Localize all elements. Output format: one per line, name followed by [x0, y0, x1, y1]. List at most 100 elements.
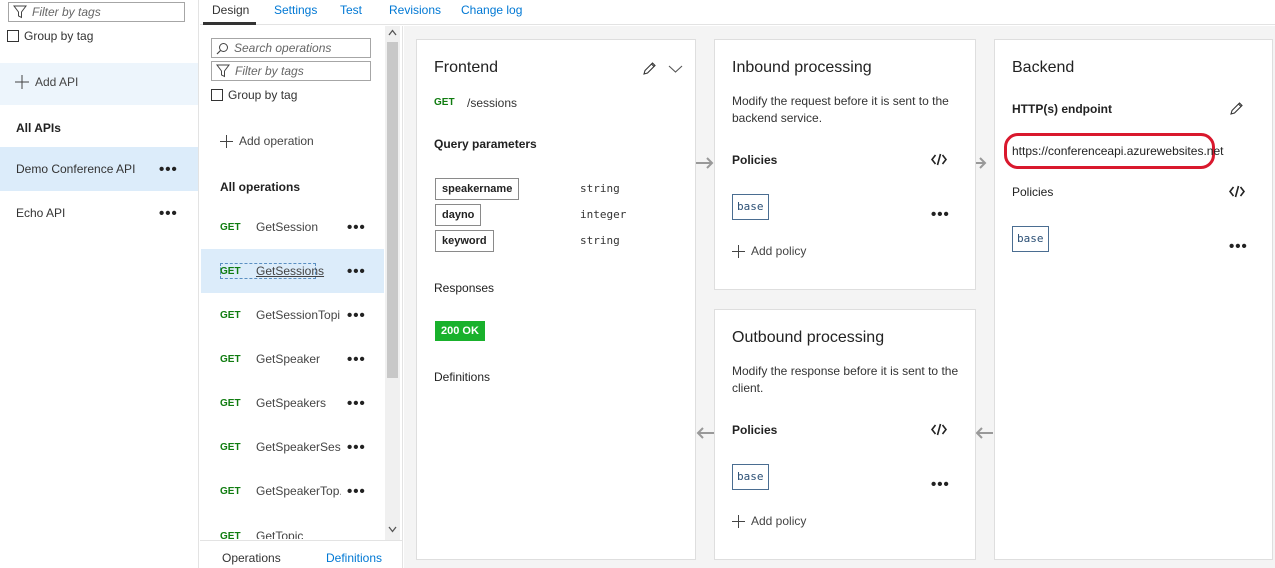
frontend-card: Frontend GET /sessions Query parameters …: [416, 39, 696, 560]
chevron-down-icon[interactable]: [668, 65, 683, 73]
outbound-description-line1: Modify the response before it is sent to…: [732, 364, 959, 378]
operation-method: GET: [220, 265, 241, 277]
operation-item[interactable]: GET GetSpeakers •••: [201, 381, 384, 425]
code-editor-icon[interactable]: [1229, 185, 1245, 198]
more-options-icon[interactable]: •••: [347, 220, 366, 235]
operations-bottom-tabs: Operations Definitions: [200, 540, 402, 568]
tab-design[interactable]: Design: [212, 3, 249, 17]
more-options-icon[interactable]: •••: [347, 264, 366, 279]
api-item-label: Demo Conference API: [16, 162, 136, 176]
api-group-by-tag-label: Group by tag: [24, 29, 94, 43]
operations-scrollbar[interactable]: [385, 26, 400, 540]
api-item-demo-conference[interactable]: Demo Conference API •••: [0, 147, 198, 191]
tab-test[interactable]: Test: [340, 3, 362, 17]
edit-pencil-icon[interactable]: [642, 61, 657, 76]
search-operations-placeholder: Search operations: [234, 41, 332, 55]
search-icon: [216, 42, 229, 55]
operation-item-partial[interactable]: GET GetTopic: [201, 513, 384, 539]
ops-group-by-tag-label: Group by tag: [228, 88, 298, 102]
operation-method: GET: [220, 441, 241, 453]
operation-name: GetSession: [256, 220, 319, 234]
api-item-echo[interactable]: Echo API •••: [0, 191, 198, 235]
operation-item[interactable]: GET GetSpeakerSes... •••: [201, 425, 384, 469]
api-filter-input[interactable]: Filter by tags: [8, 2, 185, 22]
param-type: string: [580, 234, 620, 247]
backend-endpoint-url[interactable]: https://conferenceapi.azurewebsites.net: [1012, 144, 1223, 158]
outbound-title: Outbound processing: [732, 329, 885, 346]
scrollbar-thumb[interactable]: [387, 42, 398, 378]
operation-item[interactable]: GET GetSpeakerTop... •••: [201, 469, 384, 513]
outbound-base-policy-chip[interactable]: base: [732, 464, 769, 490]
tab-change-log[interactable]: Change log: [461, 3, 522, 17]
param-type: string: [580, 182, 620, 195]
plus-icon: [732, 244, 745, 258]
operation-name: GetSpeakerTop...: [256, 484, 341, 498]
all-apis-heading: All APIs: [16, 121, 61, 135]
arrow-left-icon: [975, 427, 993, 439]
filter-icon: [216, 64, 230, 78]
tab-definitions[interactable]: Definitions: [326, 551, 382, 565]
code-editor-icon[interactable]: [931, 423, 947, 436]
backend-base-policy-chip[interactable]: base: [1012, 226, 1049, 252]
more-options-icon[interactable]: •••: [931, 207, 950, 222]
operation-item[interactable]: GET GetSpeaker •••: [201, 337, 384, 381]
operation-method: GET: [220, 221, 241, 233]
scroll-down-icon[interactable]: [388, 526, 397, 533]
add-operation-label: Add operation: [239, 134, 314, 148]
frontend-title: Frontend: [434, 59, 499, 76]
outbound-description-line2: client.: [732, 381, 764, 395]
operation-item[interactable]: GET GetSessionTopi... •••: [201, 293, 384, 337]
all-operations-heading: All operations: [220, 180, 301, 194]
inbound-processing-card: Inbound processing Modify the request be…: [714, 39, 976, 290]
operation-name: GetSpeaker: [256, 352, 321, 366]
tab-settings[interactable]: Settings: [274, 3, 317, 17]
inbound-title: Inbound processing: [732, 59, 872, 76]
tab-operations[interactable]: Operations: [222, 551, 281, 565]
more-options-icon[interactable]: •••: [347, 308, 366, 323]
frontend-method: GET: [434, 97, 455, 108]
operation-method: GET: [220, 485, 241, 497]
operation-name: GetSpeakers: [256, 396, 327, 410]
checkbox-box[interactable]: [7, 30, 19, 42]
scroll-up-icon[interactable]: [388, 29, 397, 36]
inbound-add-policy-button[interactable]: Add policy: [732, 244, 806, 258]
more-options-icon[interactable]: •••: [347, 484, 366, 499]
add-policy-label: Add policy: [751, 244, 807, 258]
operation-name: GetSessionTopi...: [256, 308, 341, 322]
ops-group-by-tag-checkbox[interactable]: Group by tag: [211, 88, 297, 102]
checkbox-box[interactable]: [211, 89, 223, 101]
response-200-badge[interactable]: 200 OK: [435, 321, 485, 341]
search-operations-input[interactable]: Search operations: [211, 38, 371, 58]
operation-name: GetSessions: [256, 264, 325, 278]
code-editor-icon[interactable]: [931, 153, 947, 166]
more-options-icon[interactable]: •••: [347, 352, 366, 367]
plus-icon: [15, 75, 29, 89]
more-options-icon[interactable]: •••: [1229, 239, 1248, 254]
responses-label: Responses: [434, 281, 495, 295]
operation-name: GetSpeakerSes...: [256, 440, 341, 454]
operation-method: GET: [220, 531, 241, 539]
tab-revisions[interactable]: Revisions: [389, 3, 441, 17]
more-options-icon[interactable]: •••: [347, 396, 366, 411]
more-options-icon[interactable]: •••: [347, 440, 366, 455]
operation-name: GetTopic: [256, 529, 304, 539]
add-api-row[interactable]: Add API: [0, 63, 198, 105]
operation-item[interactable]: GET GetSession •••: [201, 205, 384, 249]
add-api-label: Add API: [35, 75, 79, 89]
outbound-add-policy-button[interactable]: Add policy: [732, 514, 806, 528]
filter-icon: [13, 5, 27, 19]
add-operation-button[interactable]: Add operation: [220, 134, 314, 148]
operation-item-selected[interactable]: GET GetSessions •••: [201, 249, 384, 293]
more-options-icon[interactable]: •••: [159, 162, 178, 177]
inbound-base-policy-chip[interactable]: base: [732, 194, 769, 220]
api-group-by-tag-checkbox[interactable]: Group by tag: [7, 29, 93, 43]
outbound-policies-label: Policies: [732, 423, 778, 437]
inbound-description-line2: backend service.: [732, 111, 823, 125]
inbound-description-line1: Modify the request before it is sent to …: [732, 94, 949, 108]
more-options-icon[interactable]: •••: [159, 206, 178, 221]
arrow-left-icon: [696, 427, 714, 439]
edit-pencil-icon[interactable]: [1229, 101, 1244, 116]
ops-filter-input[interactable]: Filter by tags: [211, 61, 371, 81]
more-options-icon[interactable]: •••: [931, 477, 950, 492]
api-list-panel: Filter by tags Group by tag Add API All …: [0, 0, 199, 568]
